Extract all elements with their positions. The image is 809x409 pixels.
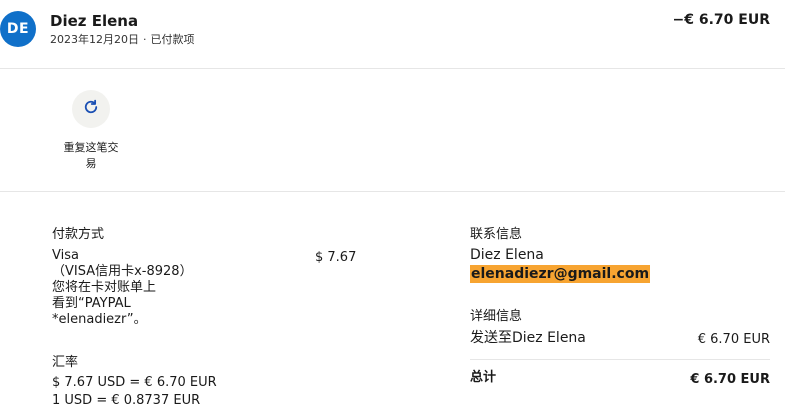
transaction-meta: 2023年12月20日 · 已付款项	[50, 31, 195, 47]
payment-method-title: 付款方式	[52, 227, 105, 242]
payment-method-details: Visa （VISA信用卡x-8928） 您将在卡对账单上 看到“PAYPAL …	[52, 248, 202, 328]
exchange-rate-line: 1 USD = € 0.8737 EUR	[52, 393, 201, 408]
payment-method-line: 看到“PAYPAL	[52, 296, 131, 311]
contact-name: Diez Elena	[470, 247, 544, 263]
contact-info-title: 联系信息	[470, 227, 523, 242]
payment-method-amount: $ 7.67	[315, 250, 357, 265]
refresh-icon	[82, 98, 100, 120]
actions-section: 重复这笔交易	[0, 69, 785, 192]
transaction-date: 2023年12月20日	[50, 33, 139, 46]
total-amount: € 6.70 EUR	[690, 372, 770, 387]
payment-method-line: Visa	[52, 248, 79, 263]
exchange-rate-title: 汇率	[52, 355, 79, 370]
repeat-transaction-label[interactable]: 重复这笔交易	[60, 140, 122, 172]
transaction-header: DE Diez Elena 2023年12月20日 · 已付款项 −€ 6.70 E…	[0, 0, 785, 69]
sent-to-label: 发送至Diez Elena	[470, 330, 586, 346]
exchange-rate-line: $ 7.67 USD = € 6.70 EUR	[52, 375, 217, 390]
details-title: 详细信息	[470, 309, 523, 324]
repeat-transaction-button[interactable]	[72, 90, 110, 128]
transaction-amount: −€ 6.70 EUR	[672, 12, 770, 28]
payment-method-line: 您将在卡对账单上	[52, 280, 157, 295]
sent-to-amount: € 6.70 EUR	[697, 332, 770, 347]
transaction-status: 已付款项	[150, 33, 195, 46]
meta-separator: ·	[143, 33, 147, 46]
details-divider	[470, 359, 770, 360]
avatar: DE	[0, 11, 36, 47]
counterparty-name: Diez Elena	[50, 12, 139, 30]
total-label: 总计	[470, 370, 497, 385]
contact-email[interactable]: elenadiezr@gmail.com	[470, 265, 651, 283]
payment-method-line: （VISA信用卡x-8928）	[52, 264, 193, 279]
payment-method-line: *elenadiezr”。	[52, 312, 147, 327]
